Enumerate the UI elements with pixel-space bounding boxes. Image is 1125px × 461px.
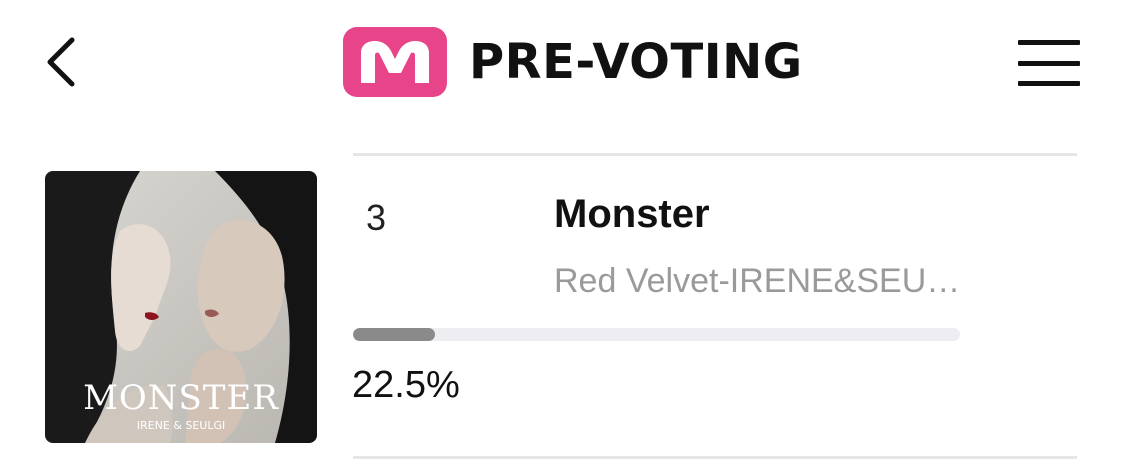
back-button[interactable]	[36, 32, 86, 92]
header-brand: PRE-VOTING	[343, 26, 803, 98]
chevron-left-icon	[47, 37, 75, 87]
pre-voting-screen: PRE-VOTING MONSTER IRENE & SEULGI 3 Mons…	[0, 0, 1125, 461]
vote-progress-fill	[353, 328, 435, 341]
row-divider	[353, 456, 1077, 459]
vote-percentage: 22.5%	[352, 364, 460, 406]
hamburger-menu-icon	[1018, 40, 1080, 45]
album-cover-art: MONSTER IRENE & SEULGI	[45, 171, 317, 443]
song-title[interactable]: Monster	[554, 192, 710, 237]
cover-title: MONSTER	[83, 378, 279, 418]
row-divider	[353, 153, 1077, 156]
logo-m-glyph	[361, 41, 429, 83]
rank-number: 3	[366, 197, 387, 238]
page-title: PRE-VOTING	[469, 34, 803, 90]
vote-progress-bar	[353, 328, 960, 341]
album-cover[interactable]: MONSTER IRENE & SEULGI	[45, 171, 317, 443]
artist-name: Red Velvet-IRENE&SEU…	[554, 262, 961, 300]
menu-button[interactable]	[1018, 40, 1080, 86]
mnet-logo	[343, 27, 447, 97]
cover-subtitle: IRENE & SEULGI	[137, 419, 225, 432]
